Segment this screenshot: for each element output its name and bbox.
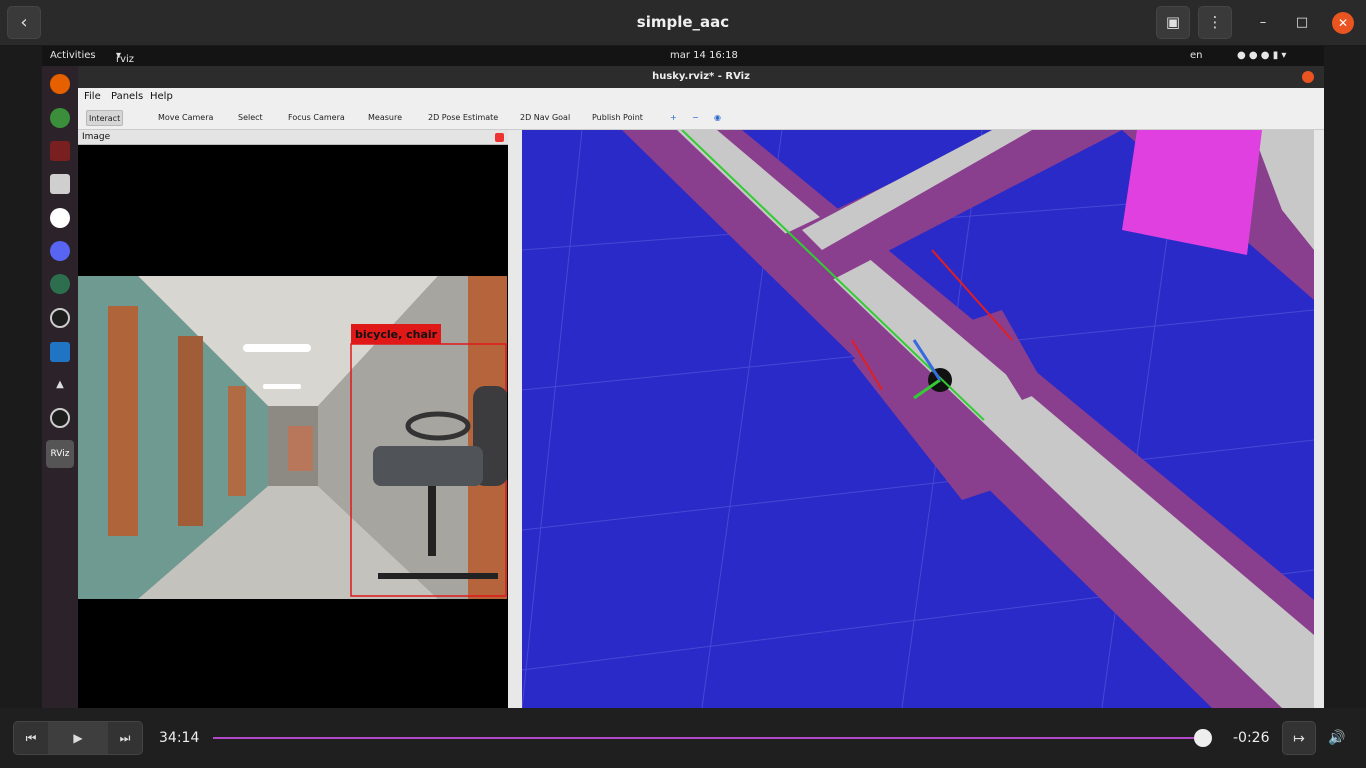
close-icon: ✕ bbox=[1337, 16, 1349, 30]
menu-panels[interactable]: Panels bbox=[111, 91, 143, 102]
terminal-icon bbox=[50, 141, 70, 161]
menu-file[interactable]: File bbox=[84, 91, 101, 102]
inkscape-icon: ▲ bbox=[50, 375, 70, 395]
maximize-button[interactable]: □ bbox=[1291, 12, 1313, 34]
vscode-icon bbox=[50, 342, 70, 362]
tool-2d-nav-goal[interactable]: 2D Nav Goal bbox=[518, 110, 572, 126]
image-panel-header: Image bbox=[78, 130, 508, 145]
tool-select[interactable]: Select bbox=[236, 110, 265, 126]
fullscreen-icon: ↦ bbox=[1293, 731, 1305, 747]
tool-publish-point[interactable]: Publish Point bbox=[590, 110, 645, 126]
skip-back-icon: ⏮ bbox=[25, 731, 37, 745]
minimize-icon: – bbox=[1259, 15, 1267, 30]
tool-2d-pose-estimate[interactable]: 2D Pose Estimate bbox=[426, 110, 500, 126]
progress-track[interactable] bbox=[213, 737, 1203, 739]
playback-button-group: ⏮ ▶ ⏭ bbox=[13, 721, 143, 755]
slack-icon bbox=[50, 208, 70, 228]
desktop-topbar: Activities rviz ▾ mar 14 16:18 en ● ● ● … bbox=[42, 46, 1324, 66]
volume-button[interactable]: 🔊 bbox=[1320, 721, 1354, 755]
files-icon bbox=[50, 174, 70, 194]
menu-help[interactable]: Help bbox=[150, 91, 173, 102]
player-header: ‹ simple_aac ▣ ⋮ – □ ✕ bbox=[0, 0, 1366, 46]
video-frame[interactable]: Activities rviz ▾ mar 14 16:18 en ● ● ● … bbox=[42, 46, 1324, 708]
zoom-in-icon[interactable]: + bbox=[668, 110, 679, 126]
eye-icon[interactable]: ◉ bbox=[712, 110, 723, 126]
playback-controls: ⏮ ▶ ⏭ 34:14 -0:26 ↦ 🔊 bbox=[0, 708, 1366, 768]
obs-icon-2 bbox=[50, 408, 70, 428]
remaining-time: -0:26 bbox=[1233, 730, 1270, 746]
picture-in-picture-button[interactable]: ▣ bbox=[1156, 6, 1190, 39]
current-time: 34:14 bbox=[159, 730, 200, 746]
dock: ▲ RViz bbox=[42, 66, 78, 708]
rviz-title: husky.rviz* - RViz bbox=[78, 66, 1324, 88]
rviz-menubar: File Panels Help bbox=[78, 88, 1324, 106]
menu-button[interactable]: ⋮ bbox=[1198, 6, 1232, 39]
progress-knob[interactable] bbox=[1194, 729, 1212, 747]
close-button[interactable]: ✕ bbox=[1332, 12, 1354, 34]
camera-image: bicycle, chair bbox=[78, 276, 507, 599]
maximize-icon: □ bbox=[1295, 15, 1309, 30]
earth-icon bbox=[50, 274, 70, 294]
rviz-close-icon[interactable] bbox=[1302, 71, 1314, 83]
system-tray-icons: ● ● ● ▮ ▾ bbox=[1237, 50, 1287, 61]
discord-icon bbox=[50, 241, 70, 261]
firefox-icon bbox=[50, 74, 70, 94]
activities-label: Activities bbox=[50, 50, 96, 61]
app-menu: rviz ▾ bbox=[116, 50, 135, 65]
panel-splitter[interactable] bbox=[508, 130, 522, 708]
volume-icon: 🔊 bbox=[1328, 730, 1346, 746]
datetime-label: mar 14 16:18 bbox=[670, 50, 738, 61]
skip-forward-button[interactable]: ⏭ bbox=[108, 722, 142, 754]
panel-close-icon[interactable] bbox=[495, 133, 504, 142]
chrome-icon bbox=[50, 108, 70, 128]
right-splitter[interactable] bbox=[1314, 130, 1324, 708]
rviz-3d-view[interactable] bbox=[522, 130, 1314, 708]
skip-back-button[interactable]: ⏮ bbox=[14, 722, 48, 754]
tool-move-camera[interactable]: Move Camera bbox=[156, 110, 215, 126]
rviz-toolbar: Interact Move Camera Select Focus Camera… bbox=[78, 106, 1324, 130]
detection-label: bicycle, chair bbox=[355, 328, 438, 341]
skip-forward-icon: ⏭ bbox=[119, 731, 131, 745]
fullscreen-button[interactable]: ↦ bbox=[1282, 721, 1316, 755]
image-panel: Image bicycle, chair bbox=[78, 130, 508, 708]
zoom-out-icon[interactable]: − bbox=[690, 110, 701, 126]
minimize-button[interactable]: – bbox=[1252, 12, 1274, 34]
tool-measure[interactable]: Measure bbox=[366, 110, 404, 126]
rviz-icon: RViz bbox=[46, 440, 74, 468]
play-icon: ▶ bbox=[73, 731, 83, 745]
play-button[interactable]: ▶ bbox=[48, 722, 108, 754]
pip-icon: ▣ bbox=[1165, 13, 1181, 31]
obs-icon bbox=[50, 308, 70, 328]
kebab-menu-icon: ⋮ bbox=[1207, 13, 1223, 31]
lang-indicator: en bbox=[1190, 50, 1203, 61]
tool-interact[interactable]: Interact bbox=[86, 110, 124, 126]
tool-focus-camera[interactable]: Focus Camera bbox=[286, 110, 347, 126]
rviz-window: husky.rviz* - RViz File Panels Help Inte… bbox=[78, 66, 1324, 708]
